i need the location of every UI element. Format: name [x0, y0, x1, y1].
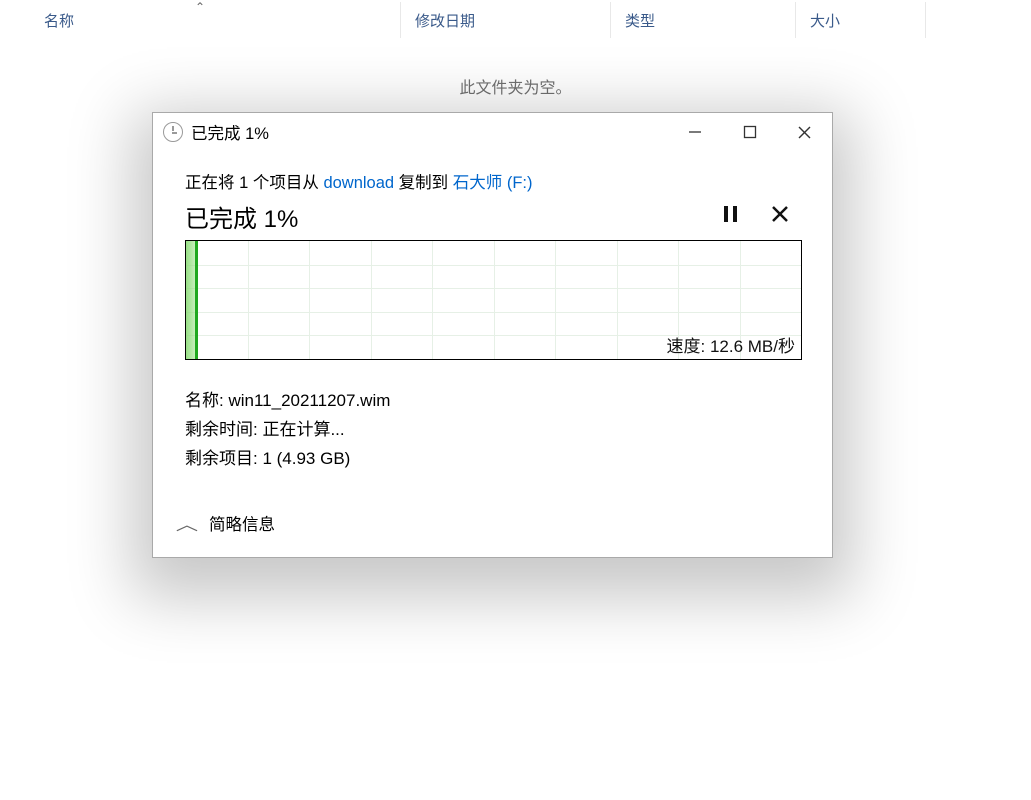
- cancel-button[interactable]: [770, 204, 790, 229]
- destination-link[interactable]: 石大师 (F:): [453, 174, 533, 192]
- column-header-size[interactable]: 大小: [796, 2, 926, 38]
- copy-progress-dialog: 已完成 1% 正在将 1 个项目从 download 复制到 石大师 (F:) …: [152, 112, 833, 558]
- detail-time-label: 剩余时间:: [185, 420, 262, 439]
- speed-value: 12.6 MB/秒: [710, 337, 795, 356]
- copy-mid: 复制到: [394, 174, 453, 192]
- detail-items-value: 1 (4.93 GB): [262, 449, 350, 468]
- clock-icon: [163, 122, 183, 142]
- column-header-row: 名称 ⌃ 修改日期 类型 大小: [0, 0, 1031, 42]
- maximize-button[interactable]: [722, 113, 777, 151]
- speed-label: 速度:: [667, 337, 710, 356]
- close-button[interactable]: [777, 113, 832, 151]
- pause-button[interactable]: [722, 204, 740, 229]
- detail-time: 剩余时间: 正在计算...: [185, 415, 800, 444]
- source-link[interactable]: download: [323, 174, 394, 192]
- sort-indicator-icon: ⌃: [195, 0, 205, 14]
- detail-name-value: win11_20211207.wim: [228, 391, 390, 410]
- column-header-label: 名称: [44, 10, 74, 31]
- column-header-name[interactable]: 名称 ⌃: [0, 2, 401, 38]
- speed-readout: 速度: 12.6 MB/秒: [667, 332, 796, 357]
- toggle-details-button[interactable]: ︿ 简略信息: [179, 511, 275, 535]
- detail-name: 名称: win11_20211207.wim: [185, 386, 800, 415]
- chevron-up-icon: ︿: [176, 511, 198, 535]
- detail-time-value: 正在计算...: [262, 420, 344, 439]
- detail-name-label: 名称:: [185, 391, 228, 410]
- column-header-type[interactable]: 类型: [611, 2, 796, 38]
- progress-percent-label: 已完成 1%: [185, 199, 298, 234]
- copy-prefix: 正在将 1 个项目从: [185, 174, 323, 192]
- detail-items-label: 剩余项目:: [185, 449, 262, 468]
- column-header-date[interactable]: 修改日期: [401, 2, 611, 38]
- detail-items: 剩余项目: 1 (4.93 GB): [185, 444, 800, 473]
- copy-details: 名称: win11_20211207.wim 剩余时间: 正在计算... 剩余项…: [185, 386, 800, 473]
- column-header-label: 大小: [810, 10, 840, 31]
- copy-description: 正在将 1 个项目从 download 复制到 石大师 (F:): [185, 169, 800, 193]
- speed-graph: 速度: 12.6 MB/秒: [185, 240, 802, 360]
- minimize-button[interactable]: [667, 113, 722, 151]
- dialog-titlebar[interactable]: 已完成 1%: [153, 113, 832, 151]
- empty-folder-message: 此文件夹为空。: [0, 74, 1031, 98]
- dialog-title: 已完成 1%: [191, 120, 667, 144]
- toggle-details-label: 简略信息: [209, 511, 275, 535]
- graph-current-bar: [195, 241, 198, 359]
- column-header-label: 修改日期: [415, 10, 475, 31]
- column-header-label: 类型: [625, 10, 655, 31]
